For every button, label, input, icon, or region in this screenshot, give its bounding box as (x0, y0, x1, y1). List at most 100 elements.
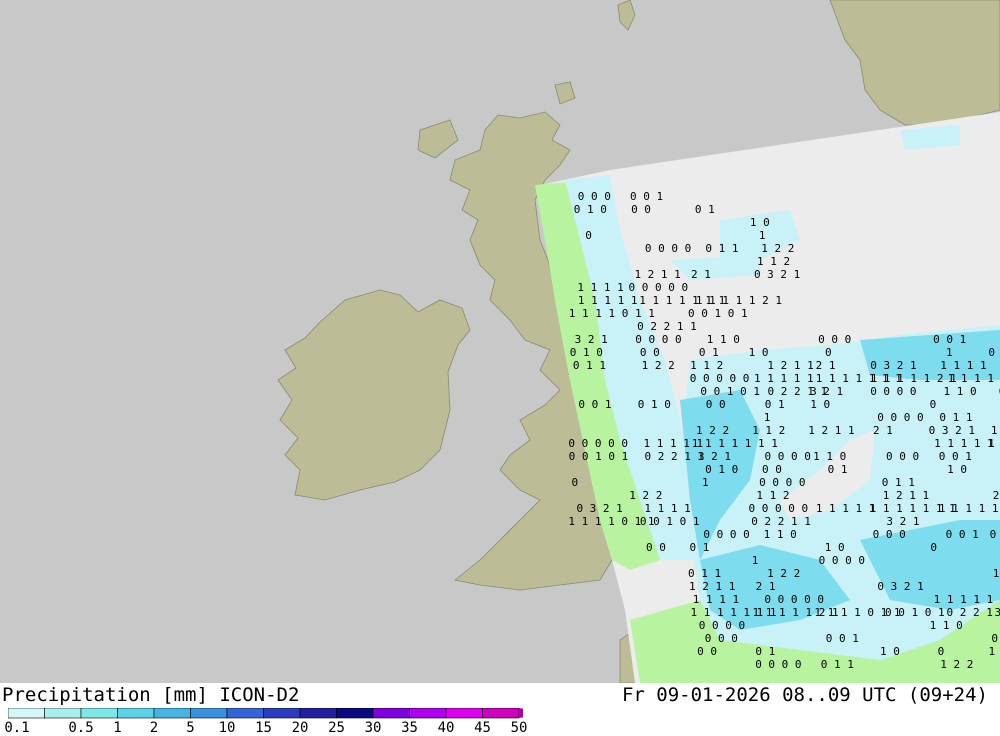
scale-tick-label: 35 (401, 720, 418, 736)
scale-tick-label: 30 (364, 720, 382, 736)
grid-value: 0 0 0 0 (870, 385, 916, 398)
grid-value: 0 1 (699, 346, 719, 359)
footer-legend: Precipitation [mm] ICON-D2 Fr 09-01-2026… (0, 683, 1000, 736)
grid-value: 0 0 (706, 398, 726, 411)
scale-tick-label: 25 (328, 720, 345, 736)
grid-value: 0 0 0 (818, 333, 851, 346)
grid-value: 0 0 0 0 (755, 658, 801, 671)
grid-value: 1 1 1 1 (693, 593, 739, 606)
grid-value: 0 1 1 (939, 411, 972, 424)
grid-value: 1 2 2 (940, 658, 973, 671)
scale-tick-label: 15 (255, 720, 272, 736)
scale-tick-label: 5 (186, 720, 195, 736)
grid-value: 2 1 (873, 424, 893, 437)
grid-value: 2 1 (816, 359, 836, 372)
grid-value: 1 0 (880, 645, 900, 658)
grid-value: 1 1 2 (690, 359, 723, 372)
grid-value: 2 1 (756, 580, 776, 593)
grid-value: 1 (702, 476, 709, 489)
grid-value: 1 1 1 1 1 (578, 294, 638, 307)
grid-value: 0 0 1 (939, 450, 972, 463)
grid-value: 1 (988, 645, 995, 658)
grid-value: 0 0 0 0 (645, 242, 691, 255)
grid-value: 1 1 0 (930, 619, 963, 632)
grid-value: 0 2 2 1 1 (946, 606, 1000, 619)
map-canvas: 0 0 00 0 10 1 00 00 11 00 10 0 0 00 1 11 … (0, 0, 1000, 684)
grid-value: 0 0 0 (886, 450, 919, 463)
grid-value: 0 0 0 0 (765, 450, 811, 463)
grid-value: 0 0 1 (946, 528, 979, 541)
grid-value: 0 2 2 1 1 (751, 515, 811, 528)
grid-value: 0 3 2 1 (870, 359, 916, 372)
grid-value: 0 1 0 (574, 203, 607, 216)
grid-value: 0 0 0 (705, 632, 738, 645)
grid-value: 1 2 1 1 (689, 580, 735, 593)
grid-value: 3 2 1 (886, 515, 919, 528)
grid-value: 0 0 (631, 203, 651, 216)
grid-value: 1 (946, 346, 953, 359)
grid-value: 1 2 2 (767, 567, 800, 580)
grid-value: 1 1 1 1 (940, 359, 986, 372)
scale-segment (117, 708, 155, 719)
grid-value: 1 (752, 554, 759, 567)
grid-value: 0 (572, 476, 579, 489)
scale-segment (372, 708, 410, 719)
grid-value: 0 0 0 0 (819, 554, 865, 567)
map-timestamp: Fr 09-01-2026 08..09 UTC (09+24) (621, 684, 988, 706)
grid-value: 0 1 (765, 398, 785, 411)
grid-value: 1 1 1 1 0 1 1 (948, 372, 1000, 385)
grid-value: 0 0 1 (630, 190, 663, 203)
grid-value: 0 (930, 398, 937, 411)
grid-value: 1 2 2 (761, 242, 794, 255)
scale-tick-label: 45 (474, 720, 491, 736)
grid-value: 1 2 2 (696, 424, 729, 437)
precipitation-map: 0 0 00 0 10 1 00 00 11 0010 0 0 00 1 11 … (0, 0, 1000, 684)
grid-value: 1 0 (810, 398, 830, 411)
grid-value: 0 1 (689, 541, 709, 554)
scale-segment (226, 708, 264, 719)
grid-value: 3 2 1 (994, 606, 1000, 619)
grid-value: 1 1 1 1 (991, 424, 1000, 437)
grid-value: 1 1 1 1 (644, 502, 690, 515)
grid-value: 0 0 0 0 0 (748, 502, 808, 515)
grid-value: 0 3 2 1 (877, 580, 923, 593)
grid-value: 1 0 (749, 346, 769, 359)
grid-value: 1 1 1 1 0 1 1 (569, 307, 655, 320)
scale-segment (8, 708, 45, 719)
scale-segment (482, 708, 520, 719)
grid-value: 0 3 2 1 (754, 268, 800, 281)
grid-value: 1 2 1 1 (767, 359, 813, 372)
grid-value: 1 1 1 1 1 2 1 (696, 294, 782, 307)
scale-tick-label: 40 (437, 720, 455, 736)
grid-value: 0 2 2 1 1 (644, 450, 704, 463)
scale-segment (336, 708, 374, 719)
grid-value: 3 2 1 (575, 333, 608, 346)
grid-value: 0 0 0 0 (635, 333, 681, 346)
scale-tick-label: 0.1 (4, 720, 30, 736)
grid-value: 0 0 0 0 (759, 476, 805, 489)
grid-value: 0 2 2 1 1 (637, 320, 697, 333)
grid-value: 1 1 1 1 1 2 1 (939, 502, 1000, 515)
grid-value: 0 0 0 (578, 190, 611, 203)
grid-value: 0 0 0 0 0 (764, 593, 824, 606)
grid-value: 0 0 1 (826, 632, 859, 645)
scale-segment (299, 708, 337, 719)
grid-value: 1 1 2 (993, 567, 1000, 580)
grid-value: 0 0 1 0 1 (640, 515, 700, 528)
grid-value: 0 1 0 (570, 346, 603, 359)
scale-segment (445, 708, 483, 719)
grid-value: 1 (759, 229, 766, 242)
grid-value: 0 1 0 (638, 398, 671, 411)
grid-value: 0 0 0 0 (877, 411, 923, 424)
grid-value: 0 1 (755, 645, 775, 658)
grid-value: 0 0 1 0 1 (885, 606, 945, 619)
scale-segment (153, 708, 191, 719)
grid-value: 0 0 1 0 1 (569, 450, 629, 463)
grid-value: 0 (930, 541, 937, 554)
grid-value: 1 1 2 (756, 489, 789, 502)
grid-value: 0 0 1 0 1 (688, 307, 748, 320)
grid-value: 0 0 0 0 0 (690, 372, 750, 385)
grid-value: 1 2 2 (642, 359, 675, 372)
grid-value: 0 0 0 0 (699, 619, 745, 632)
grid-value: 1 1 1 1 1 2 1 (871, 372, 957, 385)
